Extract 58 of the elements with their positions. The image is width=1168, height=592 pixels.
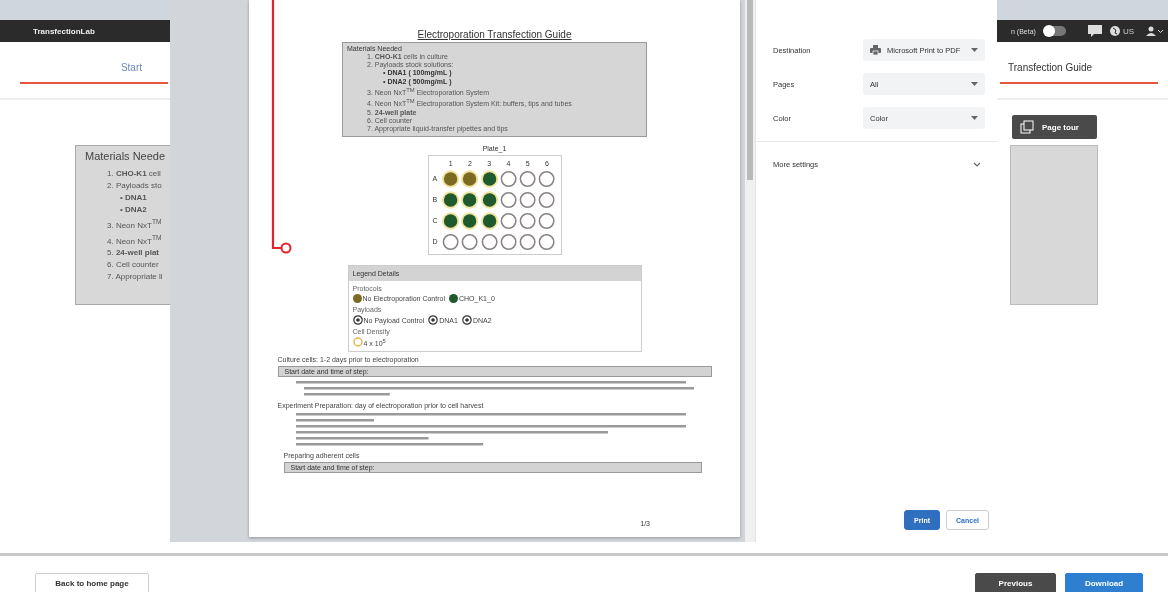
filled-well[interactable]: [442, 191, 460, 209]
empty-well[interactable]: [538, 234, 555, 250]
empty-well[interactable]: [481, 234, 498, 250]
filled-well[interactable]: [442, 212, 460, 230]
empty-well[interactable]: [538, 213, 555, 229]
material-item: 2. Payloads sto: [106, 180, 163, 192]
material-item: 3. Neon NxT$^{TM}$: [106, 217, 163, 232]
filled-well[interactable]: [480, 212, 498, 230]
filled-well[interactable]: [442, 170, 460, 188]
caret-icon: [971, 48, 978, 52]
printer-icon: [870, 45, 881, 55]
globe-icon[interactable]: [1109, 26, 1120, 36]
step-tab[interactable]: Transfection Guide: [1000, 42, 1158, 84]
material-item: 6. Cell counter: [106, 259, 160, 272]
footer-button[interactable]: Previous: [975, 573, 1056, 592]
ring-icon: [352, 337, 363, 348]
empty-well[interactable]: [462, 234, 478, 250]
material-item: 1. CHO-K1 cell: [106, 168, 162, 180]
material-item: 7. Appropriate li: [106, 271, 164, 284]
material-item: • DNA2: [119, 204, 148, 216]
chevron-icon: [973, 162, 981, 167]
target-icon: [461, 315, 472, 326]
empty-well[interactable]: [442, 234, 459, 250]
filled-well[interactable]: [461, 170, 479, 188]
page-tour-button[interactable]: Page tour: [1012, 115, 1097, 139]
empty-well[interactable]: [500, 234, 517, 250]
material-item: • DNA1: [119, 192, 148, 204]
empty-well[interactable]: [519, 213, 536, 229]
chat-icon[interactable]: [1087, 25, 1102, 37]
caret-icon: [971, 116, 978, 120]
target-icon: [428, 315, 439, 326]
filled-well[interactable]: [461, 212, 479, 230]
back-button[interactable]: Back to home page: [35, 573, 149, 592]
empty-well[interactable]: [500, 171, 517, 187]
empty-well[interactable]: [519, 192, 536, 208]
step-tab[interactable]: Start: [20, 42, 168, 84]
empty-well[interactable]: [500, 192, 517, 208]
pages-icon: [1020, 120, 1034, 134]
empty-well[interactable]: [538, 192, 555, 208]
caret-icon: [971, 82, 978, 86]
materials-title: Materials Neede: [85, 150, 167, 162]
empty-well[interactable]: [519, 234, 536, 250]
material-item: 4. Neon NxT$^{TM}$: [106, 232, 163, 248]
beta-toggle[interactable]: [1043, 26, 1066, 36]
target-icon: [352, 315, 363, 326]
empty-well[interactable]: [519, 171, 536, 187]
brand-name: TransfectionLab: [33, 26, 95, 36]
filled-well[interactable]: [480, 191, 498, 209]
material-item: 5. 24-well plat: [106, 247, 161, 260]
language-label[interactable]: US: [1122, 26, 1134, 36]
scrollbar[interactable]: [745, 0, 755, 542]
footer-button[interactable]: Download: [1065, 573, 1143, 592]
empty-well[interactable]: [538, 171, 555, 187]
filled-well[interactable]: [480, 170, 498, 188]
document-title: Electroporation Transfection Guide: [417, 29, 572, 40]
empty-well[interactable]: [500, 213, 517, 229]
user-icon[interactable]: [1146, 26, 1164, 36]
filled-well[interactable]: [461, 191, 479, 209]
